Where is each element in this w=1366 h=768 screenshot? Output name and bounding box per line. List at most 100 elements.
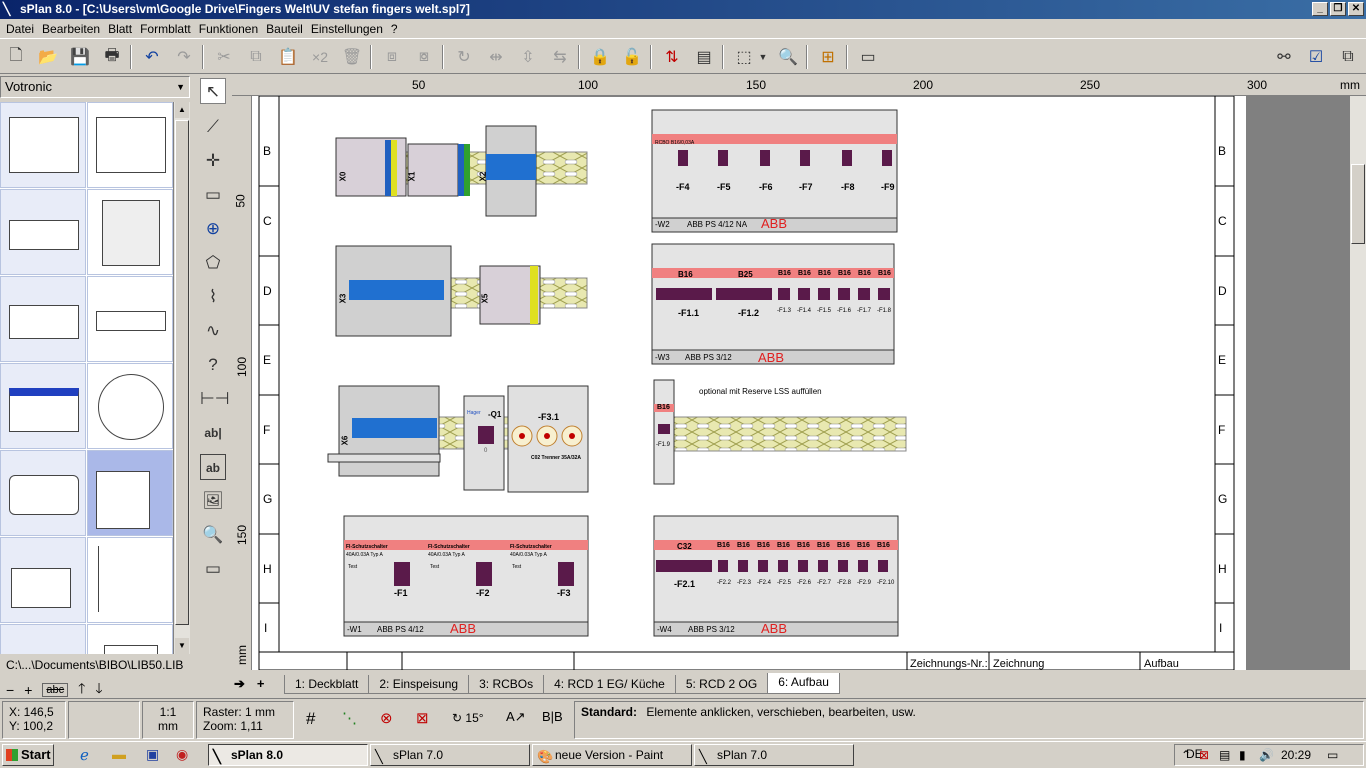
group-icon[interactable]: ⧈: [380, 45, 404, 69]
grid-toggle-icon[interactable]: #: [306, 709, 315, 729]
tray-app-icon[interactable]: ▤: [1219, 745, 1230, 765]
select-arrow-icon[interactable]: ↖: [200, 78, 226, 104]
renumber-icon[interactable]: ⇅: [660, 45, 684, 69]
library-item[interactable]: [0, 363, 86, 449]
tab-deckblatt[interactable]: 1: Deckblatt: [284, 675, 370, 694]
rename-button[interactable]: abc: [42, 683, 69, 697]
mirror-horizontal-icon[interactable]: ⇹: [484, 45, 508, 69]
menu-help[interactable]: ?: [387, 22, 402, 36]
internet-explorer-icon[interactable]: ℯ: [80, 746, 89, 764]
library-item[interactable]: [0, 624, 86, 654]
tab-aufbau[interactable]: 6: Aufbau: [767, 673, 840, 694]
magnifier-icon[interactable]: 🔍: [200, 522, 226, 548]
library-selector[interactable]: Votronic ▼: [0, 76, 190, 98]
paste-icon[interactable]: 📋: [276, 45, 300, 69]
zoom-icon[interactable]: 🔍: [776, 45, 800, 69]
library-item[interactable]: [0, 189, 86, 275]
magnet-icon[interactable]: ⊗: [380, 709, 393, 727]
delete-icon[interactable]: 🗑: [340, 45, 364, 69]
duplicate-x2-button[interactable]: ×2: [308, 45, 332, 69]
binoculars-icon[interactable]: ⚯: [1272, 45, 1296, 69]
menu-einstellungen[interactable]: Einstellungen: [307, 22, 387, 36]
scroll-down-icon[interactable]: ▼: [175, 638, 189, 654]
library-item-selected[interactable]: [87, 450, 173, 536]
menu-bearbeiten[interactable]: Bearbeiten: [38, 22, 104, 36]
close-button[interactable]: ✕: [1348, 2, 1364, 16]
notification-icon[interactable]: ▭: [1327, 745, 1338, 765]
pages-icon[interactable]: ⧉: [1336, 45, 1360, 69]
menu-datei[interactable]: Datei: [2, 22, 38, 36]
new-file-icon[interactable]: 🗋: [4, 45, 28, 69]
image-tool-icon[interactable]: 🖼: [200, 488, 226, 514]
help-tool-icon[interactable]: ?: [200, 352, 226, 378]
tab-einspeisung[interactable]: 2: Einspeisung: [368, 675, 470, 694]
tab-rcd2[interactable]: 5: RCD 2 OG: [674, 675, 769, 694]
menu-blatt[interactable]: Blatt: [104, 22, 136, 36]
taskbar-item-splan7[interactable]: ╲ sPlan 7.0: [370, 744, 530, 766]
taskbar-item-splan7b[interactable]: ╲ sPlan 7.0: [694, 744, 854, 766]
library-item[interactable]: [87, 276, 173, 362]
measure-tool-icon[interactable]: ▭: [200, 556, 226, 582]
polygon-tool-icon[interactable]: ⬠: [200, 250, 226, 276]
library-scroll-thumb[interactable]: [175, 120, 189, 625]
text-mirror-icon[interactable]: B|B: [542, 709, 563, 724]
textframe-tool-icon[interactable]: ab: [200, 454, 226, 480]
print-icon[interactable]: 🖶: [100, 45, 124, 69]
no-snap-icon[interactable]: ⊠: [416, 709, 429, 727]
snap-icon[interactable]: ⋱: [342, 709, 357, 727]
library-item[interactable]: [87, 624, 173, 654]
rotate-icon[interactable]: ↻: [452, 45, 476, 69]
library-item[interactable]: [0, 537, 86, 623]
splan-app-icon[interactable]: ╲: [3, 2, 17, 16]
canvas-vertical-scrollbar[interactable]: [1350, 96, 1366, 670]
checklist-icon[interactable]: ☑: [1304, 45, 1328, 69]
circle-tool-icon[interactable]: ⊕: [200, 216, 226, 242]
drawing-sheet[interactable]: B B C C D D E E F F G G H H I I X0 X1 X2…: [252, 96, 1246, 670]
ungroup-icon[interactable]: ⧇: [412, 45, 436, 69]
library-item[interactable]: [87, 363, 173, 449]
mirror-vertical-icon[interactable]: ⇳: [516, 45, 540, 69]
library-item[interactable]: [0, 450, 86, 536]
dimension-tool-icon[interactable]: ⊢⊣: [200, 386, 230, 412]
library-item[interactable]: [0, 276, 86, 362]
lock-icon[interactable]: 🔒: [588, 45, 612, 69]
remove-icon[interactable]: −: [6, 682, 14, 698]
open-folder-icon[interactable]: 📂: [36, 45, 60, 69]
cut-icon[interactable]: ✂: [212, 45, 236, 69]
media-icon[interactable]: ◉: [176, 746, 188, 763]
start-button[interactable]: Start: [2, 744, 54, 766]
align-icon[interactable]: ⇆: [548, 45, 572, 69]
line-tool-icon[interactable]: ⟋: [200, 114, 226, 140]
menu-bauteil[interactable]: Bauteil: [262, 22, 307, 36]
library-item[interactable]: [87, 537, 173, 623]
redo-icon[interactable]: ↷: [172, 45, 196, 69]
bezier-tool-icon[interactable]: ∿: [200, 318, 226, 344]
clock[interactable]: 20:29: [1281, 745, 1311, 765]
taskbar-item-paint[interactable]: 🎨 neue Version - Paint: [532, 744, 692, 766]
save-icon[interactable]: 💾: [68, 45, 92, 69]
taskbar-item-splan8[interactable]: ╲ sPlan 8.0: [208, 744, 368, 766]
chevron-down-icon[interactable]: ▼: [756, 45, 770, 69]
tray-expand-icon[interactable]: ⌃: [1181, 745, 1191, 765]
add-icon[interactable]: +: [24, 682, 32, 698]
canvas-scroll-thumb[interactable]: [1351, 164, 1365, 244]
unlock-icon[interactable]: 🔓: [620, 45, 644, 69]
rectangle-tool-icon[interactable]: ▭: [200, 182, 226, 208]
library-item[interactable]: [87, 102, 173, 188]
text-rotate-icon[interactable]: A↗: [506, 709, 526, 725]
minimize-button[interactable]: _: [1312, 2, 1328, 16]
volume-icon[interactable]: 🔊: [1259, 745, 1274, 765]
tree-structure-icon[interactable]: ⊞: [816, 45, 840, 69]
menu-funktionen[interactable]: Funktionen: [195, 22, 262, 36]
drawing-canvas[interactable]: B B C C D D E E F F G G H H I I X0 X1 X2…: [252, 96, 1350, 670]
text-tool-icon[interactable]: ab|: [200, 420, 226, 446]
copy-icon[interactable]: ⧉: [244, 45, 268, 69]
library-item[interactable]: [87, 189, 173, 275]
component-list-icon[interactable]: ▤: [692, 45, 716, 69]
point-tool-icon[interactable]: ✛: [200, 148, 226, 174]
polyline-tool-icon[interactable]: ⌇: [200, 284, 226, 310]
scroll-up-icon[interactable]: ▲: [175, 102, 189, 118]
network-icon[interactable]: ⊠: [1199, 745, 1209, 765]
restore-button[interactable]: ❐: [1330, 2, 1346, 16]
tab-rcbos[interactable]: 3: RCBOs: [468, 675, 545, 694]
